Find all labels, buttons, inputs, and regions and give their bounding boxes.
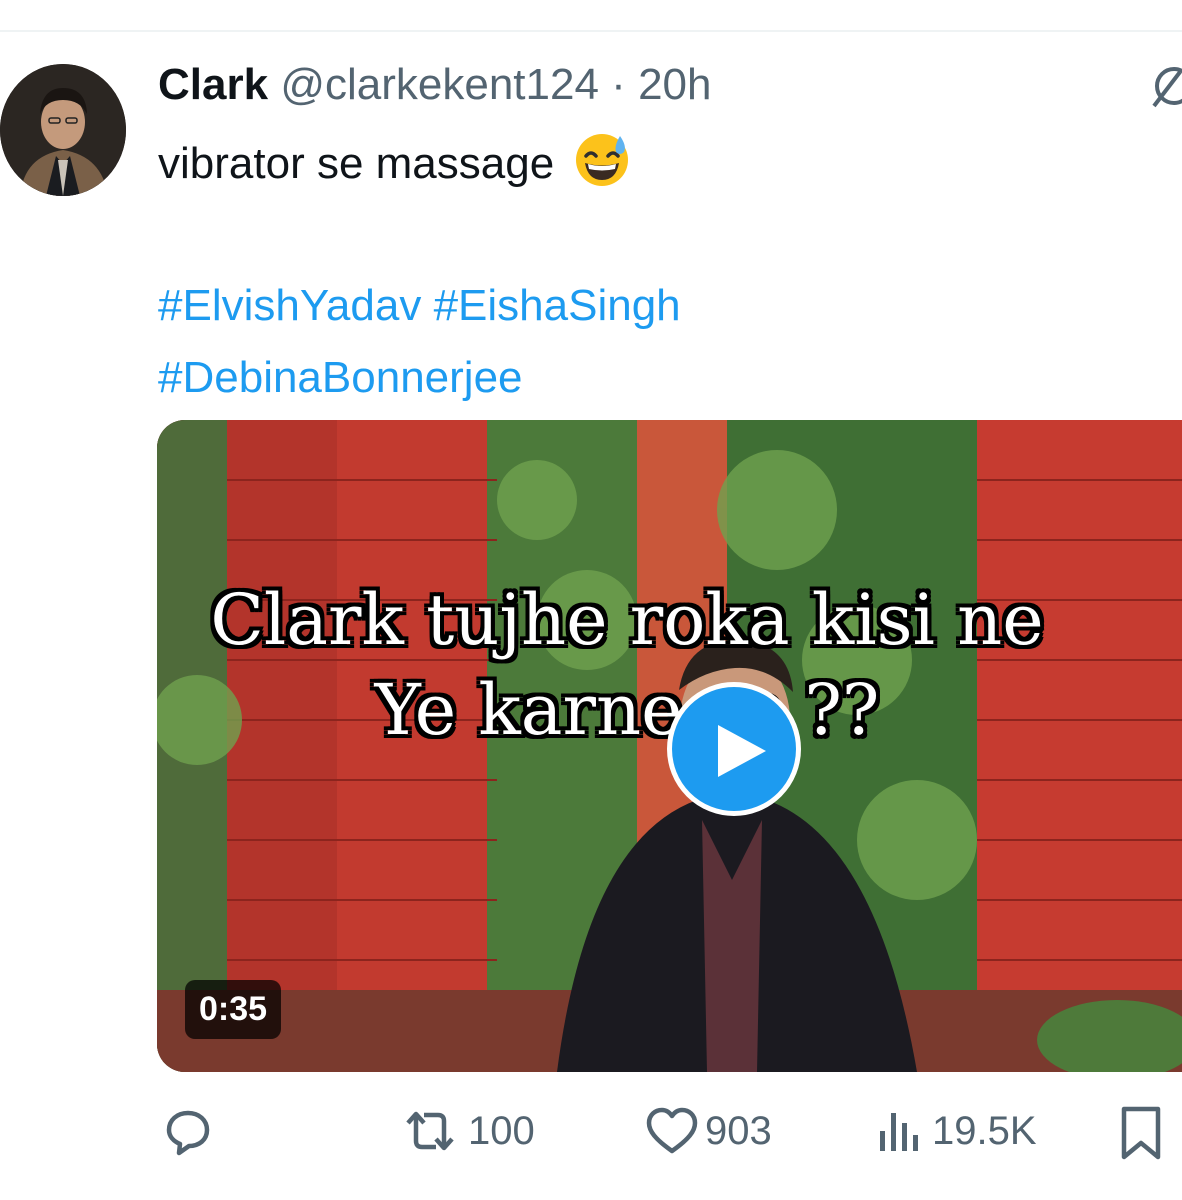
separator-dot: ·: [611, 60, 626, 109]
reply-icon: [166, 1110, 210, 1156]
video-duration: 0:35: [185, 980, 282, 1039]
grinning-face-with-sweat-icon: [574, 132, 630, 199]
reply-button[interactable]: [162, 1105, 220, 1157]
play-button[interactable]: [667, 682, 801, 816]
video-caption: Clark tujhe roka kisi ne Ye karne se ??: [157, 575, 1127, 755]
hashtag-elvishyadav[interactable]: #ElvishYadav: [158, 281, 421, 330]
user-handle[interactable]: @clarkekent124: [280, 60, 599, 109]
bookmark-button[interactable]: [1118, 1105, 1164, 1161]
retweet-count: 100: [468, 1108, 535, 1153]
timestamp[interactable]: 20h: [638, 60, 711, 109]
heart-icon: [646, 1107, 698, 1154]
retweet-button[interactable]: 100: [398, 1105, 535, 1157]
like-button[interactable]: 903: [645, 1105, 772, 1157]
top-divider: [0, 30, 1182, 32]
tweet-text: vibrator se massage: [158, 132, 630, 199]
caption-line-1: Clark tujhe roka kisi ne: [210, 579, 1044, 661]
avatar[interactable]: [0, 64, 126, 196]
display-name[interactable]: Clark: [158, 60, 268, 109]
video-player[interactable]: Clark tujhe roka kisi ne Ye karne se ?? …: [157, 420, 1182, 1072]
grok-icon[interactable]: [1148, 62, 1182, 112]
like-count: 903: [705, 1108, 772, 1153]
hashtag-debinabonnerjee[interactable]: #DebinaBonnerjee: [158, 353, 523, 402]
hashtag-list: #ElvishYadav #EishaSingh #DebinaBonnerje…: [158, 270, 1138, 414]
tweet-header: Clark @clarkekent124 · 20h: [158, 60, 711, 110]
play-icon: [718, 725, 766, 777]
views-button[interactable]: 19.5K: [876, 1105, 1037, 1157]
views-chart-icon: [880, 1113, 918, 1151]
retweet-icon: [406, 1111, 454, 1151]
hashtag-eishasingh[interactable]: #EishaSingh: [434, 281, 681, 330]
views-count: 19.5K: [932, 1108, 1037, 1153]
caption-line-2: Ye karne se ??: [374, 669, 880, 751]
bookmark-icon: [1121, 1106, 1161, 1160]
action-bar: 100 903 19.5K: [0, 1105, 1182, 1185]
tweet-body: vibrator se massage: [158, 139, 555, 188]
